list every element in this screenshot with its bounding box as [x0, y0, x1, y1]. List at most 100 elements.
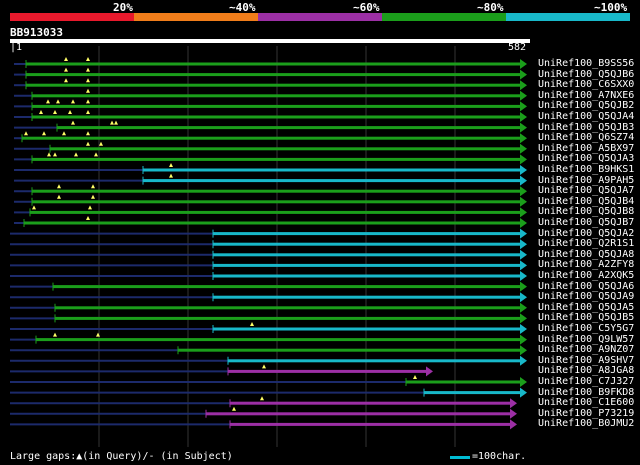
- scale-bar: [450, 456, 470, 459]
- hit-bar: [22, 136, 520, 140]
- gap-marker: [68, 110, 72, 114]
- gap-marker: [91, 184, 95, 189]
- hit-end-arrow: [520, 143, 527, 154]
- gap-marker: [53, 110, 57, 114]
- hit-label[interactable]: UniRef100_B9FKD8: [538, 387, 634, 398]
- hit-bar: [228, 359, 520, 363]
- gap-marker: [57, 194, 61, 199]
- hit-label[interactable]: UniRef100_P73219: [538, 408, 634, 419]
- hit-label[interactable]: UniRef100_Q5QJA3: [538, 153, 634, 164]
- hit-label[interactable]: UniRef100_A2XQK5: [538, 270, 634, 281]
- gap-marker: [114, 120, 118, 125]
- gap-marker: [169, 163, 173, 167]
- hit-end-arrow: [520, 387, 527, 398]
- hit-bar: [30, 210, 520, 214]
- hit-bar: [36, 338, 520, 342]
- gap-marker: [53, 332, 57, 337]
- hit-label[interactable]: UniRef100_Q5QJB4: [538, 196, 634, 207]
- gap-marker: [262, 364, 266, 369]
- hit-end-arrow: [520, 260, 527, 271]
- hit-label[interactable]: UniRef100_C1E600: [538, 397, 634, 408]
- gap-marker: [91, 194, 95, 199]
- hit-label[interactable]: UniRef100_A8JGA8: [538, 365, 634, 376]
- hit-end-arrow: [510, 408, 517, 419]
- hit-label[interactable]: UniRef100_A2ZFY8: [538, 259, 634, 270]
- hit-bar: [213, 242, 520, 246]
- hit-end-arrow: [520, 69, 527, 80]
- hit-bar: [26, 73, 520, 77]
- hit-end-arrow: [520, 122, 527, 133]
- gap-marker: [64, 78, 68, 83]
- hit-label[interactable]: UniRef100_Q5QJA4: [538, 111, 634, 122]
- hit-label[interactable]: UniRef100_Q5QJB5: [538, 312, 634, 323]
- gap-marker: [42, 131, 46, 136]
- hit-label[interactable]: UniRef100_Q5QJB6: [538, 69, 634, 80]
- hit-end-arrow: [520, 112, 527, 122]
- hit-label[interactable]: UniRef100_Q5QJB3: [538, 122, 634, 133]
- hit-bar: [143, 168, 520, 172]
- hit-label[interactable]: UniRef100_Q9LW57: [538, 334, 634, 345]
- hit-label[interactable]: UniRef100_Q2R1S1: [538, 238, 634, 249]
- scale-text: =100char.: [472, 451, 527, 462]
- hit-end-arrow: [520, 165, 527, 175]
- hit-bar: [24, 221, 520, 225]
- gap-marker: [24, 131, 28, 136]
- hit-label[interactable]: UniRef100_C7J327: [538, 376, 634, 387]
- hit-end-arrow: [426, 366, 433, 377]
- hit-bar: [32, 104, 520, 108]
- gap-marker: [86, 110, 90, 114]
- hit-end-arrow: [520, 154, 527, 165]
- hit-end-arrow: [510, 419, 517, 430]
- hit-label[interactable]: UniRef100_B9HKS1: [538, 164, 634, 175]
- hit-end-arrow: [520, 59, 527, 69]
- hit-label[interactable]: UniRef100_A9NZ07: [538, 344, 634, 355]
- gap-marker: [56, 99, 60, 104]
- gap-marker: [64, 57, 68, 61]
- hit-label[interactable]: UniRef100_B9SS56: [538, 58, 634, 69]
- hit-end-arrow: [520, 302, 527, 313]
- gap-marker: [86, 57, 90, 61]
- hit-label[interactable]: UniRef100_C6SXX0: [538, 79, 634, 90]
- gap-marker: [46, 99, 50, 104]
- gap-marker: [71, 120, 75, 125]
- gap-marker: [86, 131, 90, 136]
- gap-marker: [64, 67, 68, 72]
- gap-marker: [32, 205, 36, 210]
- hit-label[interactable]: UniRef100_A9PAH5: [538, 175, 634, 186]
- hit-label[interactable]: UniRef100_Q5QJB2: [538, 100, 634, 111]
- hit-label[interactable]: UniRef100_A5BX97: [538, 143, 634, 154]
- hit-bar: [32, 200, 520, 204]
- gap-marker: [260, 396, 264, 401]
- hit-bar: [32, 157, 520, 161]
- hit-label[interactable]: UniRef100_A7NXE6: [538, 90, 634, 101]
- hit-bar: [55, 306, 520, 310]
- hit-label[interactable]: UniRef100_C5Y5G7: [538, 323, 634, 334]
- hit-label[interactable]: UniRef100_Q5QJA7: [538, 185, 634, 196]
- hit-label[interactable]: UniRef100_Q6SZ74: [538, 132, 634, 143]
- hit-label[interactable]: UniRef100_Q5QJA6: [538, 281, 634, 292]
- gap-marker: [74, 152, 78, 157]
- gap-marker: [250, 322, 254, 326]
- hit-label[interactable]: UniRef100_A9SHV7: [538, 355, 634, 366]
- gap-marker: [86, 78, 90, 83]
- hit-label[interactable]: UniRef100_Q5QJA2: [538, 228, 634, 239]
- gap-marker: [53, 152, 57, 157]
- hit-label[interactable]: UniRef100_Q5QJA9: [538, 291, 634, 302]
- hit-label[interactable]: UniRef100_Q5QJA5: [538, 302, 634, 313]
- gap-marker: [413, 375, 417, 379]
- hit-bar: [213, 327, 520, 331]
- gap-marker: [57, 184, 61, 189]
- gap-marker: [86, 88, 90, 93]
- hit-label[interactable]: UniRef100_B0JMU2: [538, 418, 634, 429]
- hit-label[interactable]: UniRef100_Q5QJB7: [538, 217, 634, 228]
- hit-end-arrow: [520, 133, 527, 144]
- hit-bar: [26, 62, 520, 66]
- hit-label[interactable]: UniRef100_Q5QJA8: [538, 249, 634, 260]
- hit-bar: [55, 316, 520, 320]
- hit-bar: [178, 348, 520, 352]
- hit-end-arrow: [520, 186, 527, 197]
- gap-marker: [86, 67, 90, 72]
- hit-bar: [424, 391, 520, 395]
- hit-label[interactable]: UniRef100_Q5QJB8: [538, 206, 634, 217]
- hit-end-arrow: [520, 324, 527, 334]
